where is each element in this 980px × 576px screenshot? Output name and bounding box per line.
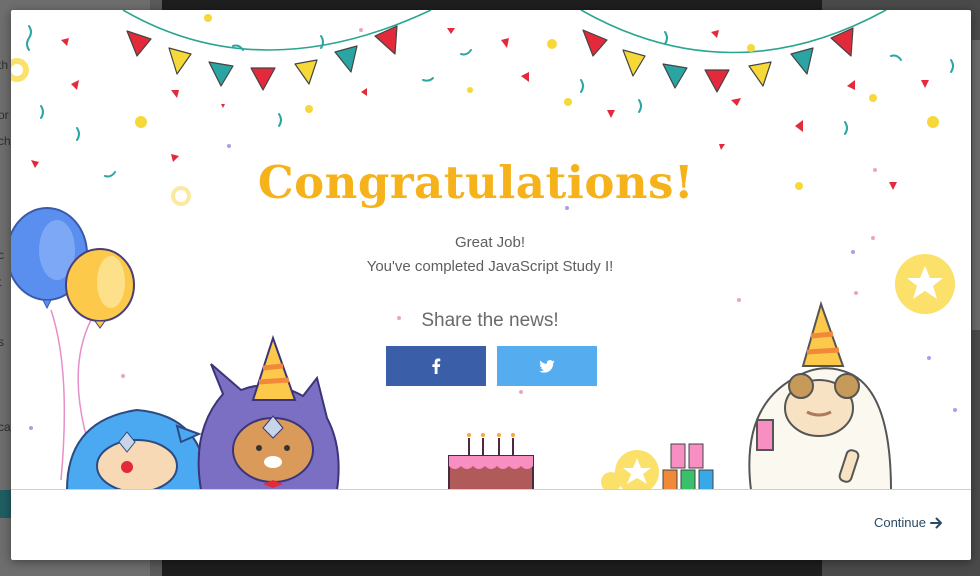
arrow-right-icon xyxy=(930,517,942,528)
facebook-icon xyxy=(432,358,441,374)
twitter-share-button[interactable] xyxy=(497,346,597,386)
message-completion: You've completed JavaScript Study I! xyxy=(366,258,614,275)
page-title: Congratulations! xyxy=(257,156,695,209)
birthday-cake xyxy=(448,433,534,490)
footer-divider xyxy=(11,489,971,490)
blue-hooded-character xyxy=(65,408,209,490)
star-and-cups xyxy=(601,443,714,490)
background-text: t xyxy=(0,275,1,289)
bunting-flags xyxy=(126,25,854,93)
background-text: c xyxy=(0,248,4,262)
background-text: s xyxy=(0,335,4,349)
message-great-job: Great Job! xyxy=(454,234,526,251)
background-text: th xyxy=(0,58,9,72)
continue-button[interactable]: Continue xyxy=(874,515,943,530)
facebook-share-button[interactable] xyxy=(386,346,486,386)
continue-label: Continue xyxy=(873,515,926,530)
confetti-streamers xyxy=(26,25,954,178)
twitter-icon xyxy=(539,359,555,373)
background-text: ca xyxy=(0,420,11,434)
congratulations-modal: Congratulations! Great Job! You've compl… xyxy=(11,10,971,560)
background-text: ch xyxy=(0,134,11,148)
background-text: or xyxy=(0,108,9,122)
share-heading: Share the news! xyxy=(421,310,559,331)
star-badge-edge xyxy=(11,58,29,82)
purple-hooded-character xyxy=(197,334,340,490)
